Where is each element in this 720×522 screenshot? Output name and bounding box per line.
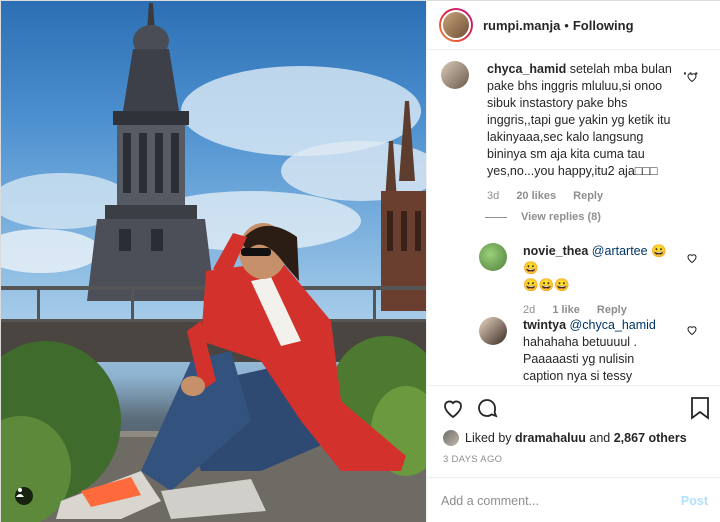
- view-replies-label: View replies (8): [521, 211, 601, 223]
- commenter-avatar[interactable]: [479, 317, 507, 345]
- commenter-avatar[interactable]: [479, 243, 507, 271]
- post-photo[interactable]: [1, 1, 426, 522]
- comment-text-continued: 😀😀😀: [523, 278, 570, 292]
- liker-avatar[interactable]: [443, 430, 459, 446]
- comment-text: hahahaha betuuuul . Paaaaasti yg nulisin…: [523, 335, 637, 383]
- author-username[interactable]: rumpi.manja: [483, 18, 560, 33]
- comments-list[interactable]: chyca_hamid setelah mba bulan pake bhs i…: [427, 51, 720, 385]
- bookmark-icon[interactable]: [689, 396, 711, 420]
- comment-like-heart-icon[interactable]: [686, 71, 698, 83]
- commenter-avatar[interactable]: [441, 61, 469, 89]
- instagram-post-viewer: rumpi.manja • Following chyca_hamid sete…: [0, 0, 720, 522]
- reply-item: twintya @chyca_hamid hahahaha betuuuul .…: [479, 317, 679, 385]
- comment-username[interactable]: novie_thea: [523, 244, 588, 258]
- comment-username[interactable]: twintya: [523, 318, 566, 332]
- reply-button[interactable]: Reply: [597, 304, 627, 316]
- post-actions: Liked by dramahaluu and 2,867 others 3 D…: [427, 385, 720, 477]
- post-header: rumpi.manja • Following: [427, 1, 720, 50]
- liked-by-prefix: Liked by: [465, 431, 512, 445]
- liked-by-and: and: [589, 431, 611, 445]
- add-comment-bar: Post: [427, 477, 720, 522]
- comment-mention[interactable]: @artartee: [592, 244, 648, 258]
- comment-username[interactable]: chyca_hamid: [487, 62, 566, 76]
- header-separator: •: [564, 17, 569, 33]
- comment-likes[interactable]: 1 like: [552, 304, 580, 316]
- photo-illustration: [1, 3, 426, 522]
- liked-by-row: Liked by dramahaluu and 2,867 others: [443, 430, 687, 446]
- following-button[interactable]: Following: [573, 18, 634, 33]
- user-tag-icon[interactable]: [15, 487, 33, 505]
- post-side-panel: rumpi.manja • Following chyca_hamid sete…: [426, 1, 720, 522]
- comment-like-heart-icon[interactable]: [686, 252, 698, 264]
- post-comment-button[interactable]: Post: [681, 494, 708, 508]
- post-date[interactable]: 3 DAYS AGO: [443, 454, 502, 465]
- comment-item: chyca_hamid setelah mba bulan pake bhs i…: [441, 61, 681, 205]
- heart-icon[interactable]: [441, 396, 465, 420]
- comment-mention[interactable]: @chyca_hamid: [570, 318, 656, 332]
- comment-time[interactable]: 2d: [523, 304, 535, 316]
- comment-text: setelah mba bulan pake bhs inggris mlulu…: [487, 62, 672, 178]
- comment-meta: 3d 20 likes Reply: [487, 188, 681, 205]
- reply-button[interactable]: Reply: [573, 190, 603, 202]
- comment-likes[interactable]: 20 likes: [516, 190, 556, 202]
- comment-bubble-icon[interactable]: [475, 396, 499, 420]
- reply-item: novie_thea @artartee 😀😀 😀😀😀 2d 1 like Re…: [479, 243, 679, 319]
- author-avatar[interactable]: [439, 8, 473, 42]
- liked-by-user[interactable]: dramahaluu: [515, 431, 586, 445]
- comment-like-heart-icon[interactable]: [686, 324, 698, 336]
- liked-by-others[interactable]: 2,867 others: [614, 431, 687, 445]
- comment-time[interactable]: 3d: [487, 190, 499, 202]
- view-replies-button[interactable]: View replies (8): [485, 211, 601, 223]
- comment-input[interactable]: [441, 493, 681, 508]
